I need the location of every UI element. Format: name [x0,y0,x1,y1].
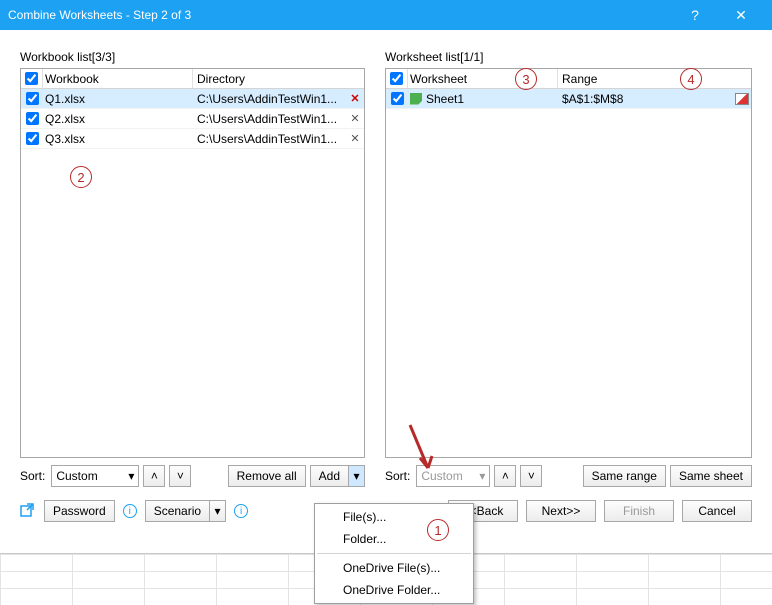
workbook-row-name: Q2.xlsx [45,112,85,126]
workbook-row-dir: C:\Users\AddinTestWin1... [193,92,346,106]
workbook-col-name[interactable]: Workbook [43,69,193,88]
workbook-row-checkbox[interactable] [26,92,39,105]
scenario-button[interactable]: Scenario [145,500,210,522]
sort-label: Sort: [20,469,47,483]
remove-row-icon[interactable]: ✕ [350,132,359,145]
same-range-button[interactable]: Same range [583,465,666,487]
workbook-col-dir[interactable]: Directory [193,72,346,86]
finish-button: Finish [604,500,674,522]
workbook-row-dir: C:\Users\AddinTestWin1... [193,112,346,126]
range-picker-icon[interactable] [735,93,749,105]
worksheet-move-up-button[interactable]: ˄ [494,465,516,487]
worksheet-col-name[interactable]: Worksheet [408,69,558,88]
worksheet-col-range[interactable]: Range [558,72,733,86]
workbook-row-name: Q1.xlsx [45,92,85,106]
chevron-down-icon: ▾ [479,469,485,483]
chevron-down-icon: ▾ [128,469,134,483]
window-title: Combine Worksheets - Step 2 of 3 [8,8,672,22]
next-button[interactable]: Next>> [526,500,596,522]
add-button[interactable]: Add [310,465,349,487]
worksheet-row-checkbox[interactable] [391,92,404,105]
remove-all-button[interactable]: Remove all [228,465,306,487]
workbook-row[interactable]: Q2.xlsx C:\Users\AddinTestWin1... ✕ [21,109,364,129]
password-button[interactable]: Password [44,500,115,522]
menu-item-files[interactable]: File(s)... [315,506,473,528]
add-button-dropdown[interactable]: ▾ [349,465,365,487]
worksheet-row-name: Sheet1 [426,92,464,106]
workbook-row[interactable]: Q3.xlsx C:\Users\AddinTestWin1... ✕ [21,129,364,149]
worksheet-grid[interactable]: Worksheet Range Sheet1 $A$1:$M$8 [385,68,752,458]
remove-row-icon[interactable]: ✕ [350,92,359,105]
workbook-grid[interactable]: Workbook Directory Q1.xlsx C:\Users\Addi… [20,68,365,458]
cancel-button[interactable]: Cancel [682,500,752,522]
workbook-list-label: Workbook list[3/3] [20,50,365,68]
info-icon[interactable]: i [234,504,248,518]
workbook-row-checkbox[interactable] [26,132,39,145]
scenario-button-dropdown[interactable]: ▾ [210,500,226,522]
workbook-select-all[interactable] [25,72,38,85]
external-link-icon[interactable] [20,503,36,519]
close-button[interactable]: ✕ [718,0,764,30]
sort-label: Sort: [385,469,412,483]
workbook-sort-select[interactable]: Custom ▾ [51,465,139,487]
menu-item-onedrive-folder[interactable]: OneDrive Folder... [315,579,473,601]
same-sheet-button[interactable]: Same sheet [670,465,752,487]
help-button[interactable]: ? [672,0,718,30]
workbook-row-checkbox[interactable] [26,112,39,125]
worksheet-list-label: Worksheet list[1/1] [385,50,752,68]
sort-value: Custom [421,469,462,483]
worksheet-row-range: $A$1:$M$8 [558,92,733,106]
menu-item-onedrive-files[interactable]: OneDrive File(s)... [315,557,473,579]
worksheet-select-all[interactable] [390,72,403,85]
info-icon[interactable]: i [123,504,137,518]
menu-separator [317,553,471,554]
workbook-move-down-button[interactable]: ˅ [169,465,191,487]
workbook-move-up-button[interactable]: ˄ [143,465,165,487]
workbook-row[interactable]: Q1.xlsx C:\Users\AddinTestWin1... ✕ [21,89,364,109]
add-dropdown-menu[interactable]: File(s)... Folder... OneDrive File(s)...… [314,503,474,604]
worksheet-sort-select: Custom ▾ [416,465,490,487]
sort-value: Custom [56,469,97,483]
workbook-row-name: Q3.xlsx [45,132,85,146]
worksheet-row[interactable]: Sheet1 $A$1:$M$8 [386,89,751,109]
worksheet-icon [410,93,422,105]
remove-row-icon[interactable]: ✕ [350,112,359,125]
worksheet-move-down-button[interactable]: ˅ [520,465,542,487]
workbook-row-dir: C:\Users\AddinTestWin1... [193,132,346,146]
menu-item-folder[interactable]: Folder... [315,528,473,550]
